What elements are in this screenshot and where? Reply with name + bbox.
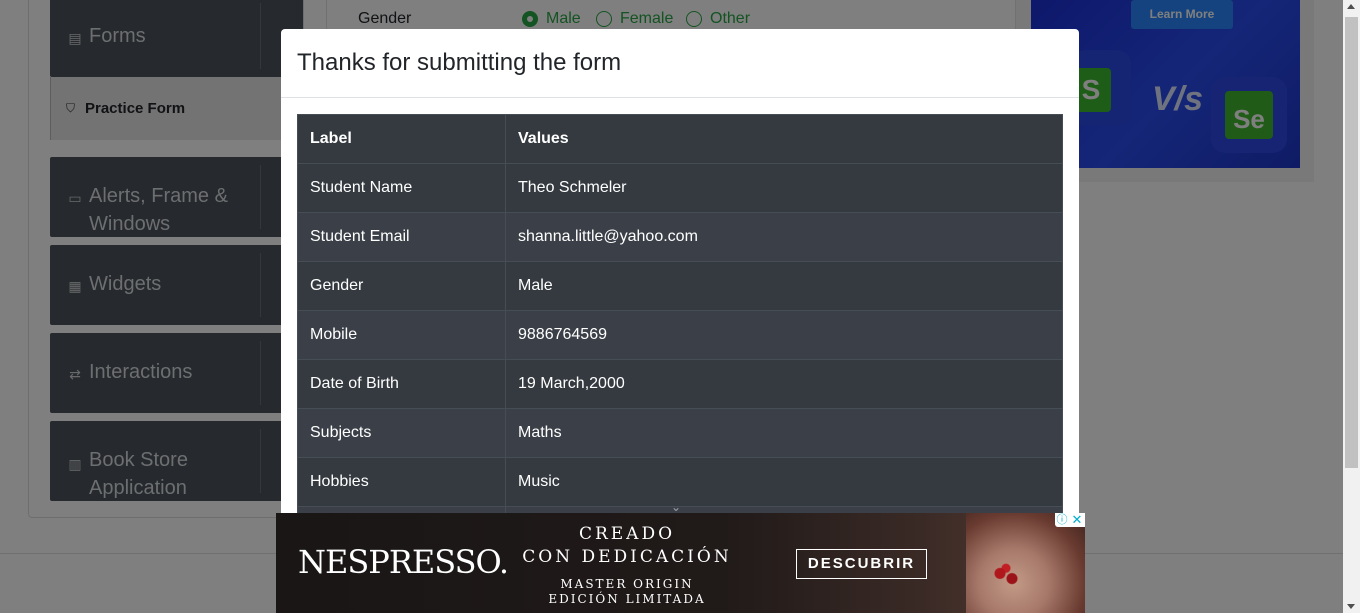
column-header-values: Values: [505, 114, 1063, 164]
row-value: Maths: [505, 408, 1063, 458]
modal-title: Thanks for submitting the form: [297, 49, 622, 76]
row-value: Music: [505, 457, 1063, 507]
row-label: Hobbies: [297, 457, 506, 507]
table-row: Student Name Theo Schmeler: [297, 163, 1063, 213]
submission-modal: Thanks for submitting the form Label Val…: [281, 29, 1079, 549]
scroll-up-icon[interactable]: [1347, 4, 1355, 9]
column-header-label: Label: [297, 114, 506, 164]
bottom-advertisement[interactable]: NESPRESSO. CREADO CON DEDICACIÓN MASTER …: [276, 513, 1085, 613]
coffee-beans-image: [991, 563, 1021, 589]
results-table: Label Values Student Name Theo Schmeler …: [297, 114, 1063, 549]
row-label: Date of Birth: [297, 359, 506, 409]
row-value: 9886764569: [505, 310, 1063, 360]
row-label: Mobile: [297, 310, 506, 360]
row-value: Theo Schmeler: [505, 163, 1063, 213]
table-row: Student Email shanna.little@yahoo.com: [297, 212, 1063, 262]
modal-header: Thanks for submitting the form: [281, 29, 1079, 98]
discover-button[interactable]: DESCUBRIR: [796, 549, 927, 579]
ad-info-icon[interactable]: ⓘ: [1055, 513, 1069, 527]
ad-headline-line1: CREADO: [578, 524, 676, 544]
table-row: Gender Male: [297, 261, 1063, 311]
ad-subline2: EDICIÓN LIMITADA: [548, 592, 706, 606]
page-scrollbar[interactable]: [1343, 0, 1360, 613]
ad-close-icon[interactable]: ✕: [1069, 513, 1085, 527]
row-label: Student Name: [297, 163, 506, 213]
ad-headline-line2: CON DEDICACIÓN: [522, 547, 732, 567]
hand-image: [966, 513, 1085, 613]
row-label: Gender: [297, 261, 506, 311]
ad-headline: CREADO CON DEDICACIÓN MASTER ORIGIN EDIC…: [516, 523, 738, 607]
scrollbar-thumb[interactable]: [1345, 17, 1358, 468]
nespresso-logo: NESPRESSO.: [298, 543, 509, 581]
table-header-row: Label Values: [297, 114, 1063, 164]
table-row: Date of Birth 19 March,2000: [297, 359, 1063, 409]
table-row: Subjects Maths: [297, 408, 1063, 458]
row-label: Student Email: [297, 212, 506, 262]
row-value: Male: [505, 261, 1063, 311]
table-row: Mobile 9886764569: [297, 310, 1063, 360]
scroll-down-icon[interactable]: [1347, 604, 1355, 609]
row-value: shanna.little@yahoo.com: [505, 212, 1063, 262]
row-value: 19 March,2000: [505, 359, 1063, 409]
ad-subline1: MASTER ORIGIN: [560, 577, 694, 591]
chevron-down-icon: ⌄: [671, 500, 682, 514]
row-label: Subjects: [297, 408, 506, 458]
